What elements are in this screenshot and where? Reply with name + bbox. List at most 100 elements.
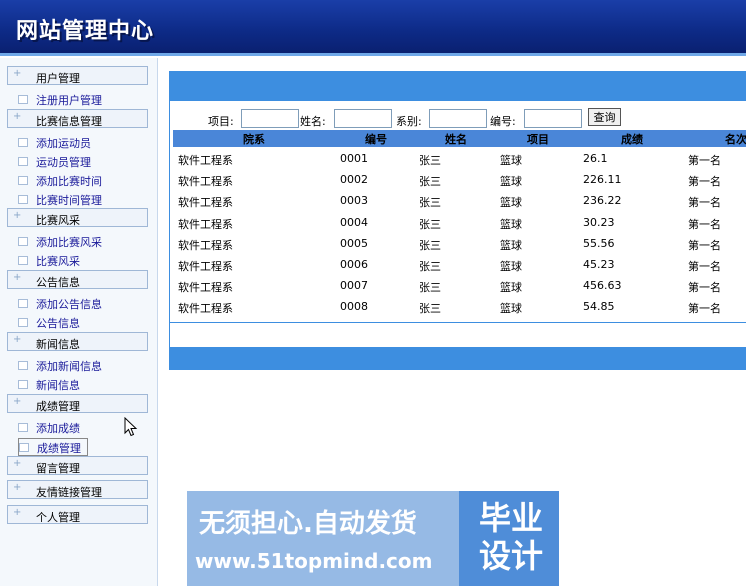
table-row: 软件工程系 0001 张三 篮球 26.1 第一名 (173, 150, 746, 171)
cell-number: 0002 (340, 173, 368, 187)
plus-icon: + (13, 334, 22, 345)
cell-project: 篮球 (500, 196, 522, 210)
sidebar-category-messages[interactable]: + 留言管理 (7, 456, 148, 475)
table-row: 软件工程系 0002 张三 篮球 226.11 第一名 (173, 171, 746, 192)
column-header-score: 成绩 (621, 133, 643, 146)
cell-dept: 软件工程系 (178, 281, 233, 295)
cell-rank: 第一名 (688, 238, 721, 252)
dept-label: 系别: (396, 115, 422, 128)
square-icon (18, 361, 28, 370)
cell-dept: 软件工程系 (178, 260, 233, 273)
cell-dept: 软件工程系 (178, 238, 233, 252)
cell-project: 篮球 (500, 238, 522, 252)
sidebar-item-score-management[interactable]: 成绩管理 (18, 438, 88, 456)
cell-rank: 第一名 (688, 175, 721, 189)
square-icon (18, 138, 28, 147)
table-row: 软件工程系 0004 张三 篮球 30.23 第一名 (173, 214, 746, 235)
cell-project: 篮球 (500, 260, 522, 273)
cell-score: 236.22 (583, 194, 622, 208)
sidebar-category-user[interactable]: + 用户管理 (7, 66, 148, 85)
plus-icon: + (13, 272, 22, 283)
name-label: 姓名: (300, 115, 326, 128)
cell-dept: 软件工程系 (178, 154, 233, 167)
content-bottom-bar (169, 347, 746, 370)
cell-project: 篮球 (500, 217, 522, 231)
sidebar-category-news[interactable]: + 新闻信息 (7, 332, 148, 351)
square-icon (18, 380, 28, 389)
plus-icon: + (13, 458, 22, 469)
cell-rank: 第一名 (688, 260, 721, 273)
header-banner: 网站管理中心 (0, 0, 746, 56)
sidebar-category-notice[interactable]: + 公告信息 (7, 270, 148, 289)
sidebar-category-scores[interactable]: + 成绩管理 (7, 394, 148, 413)
content-top-bar (169, 71, 746, 101)
watermark-badge-text: 毕业设计 (478, 499, 543, 575)
cell-score: 26.1 (583, 152, 608, 165)
sidebar-category-match-gallery[interactable]: + 比赛风采 (7, 208, 148, 227)
square-icon (19, 443, 29, 452)
mouse-pointer-icon (124, 416, 138, 440)
cell-name: 张三 (419, 217, 441, 231)
column-header-project: 项目 (527, 133, 549, 146)
plus-icon: + (13, 68, 22, 79)
dept-input[interactable] (429, 109, 487, 128)
watermark-badge: 毕业设计 (459, 491, 559, 586)
cell-dept: 软件工程系 (178, 175, 233, 189)
cell-score: 55.56 (583, 236, 615, 250)
watermark-banner: 无须担心.自动发货 www.51topmind.com 毕业设计 (187, 491, 559, 586)
square-icon (18, 157, 28, 166)
query-button[interactable]: 查询 (588, 108, 621, 126)
cell-name: 张三 (419, 302, 441, 316)
cell-number: 0006 (340, 258, 368, 271)
cell-score: 30.23 (583, 215, 615, 229)
cell-rank: 第一名 (688, 281, 721, 295)
column-header-dept: 院系 (243, 133, 265, 146)
square-icon (18, 318, 28, 327)
table-row: 软件工程系 0008 张三 篮球 54.85 第一名 (173, 298, 746, 319)
sidebar-category-friend-links[interactable]: + 友情链接管理 (7, 480, 148, 499)
cell-name: 张三 (419, 175, 441, 189)
table-row: 软件工程系 0006 张三 篮球 45.23 第一名 (173, 256, 746, 277)
cell-dept: 软件工程系 (178, 217, 233, 231)
watermark-line1: 无须担心.自动发货 (199, 509, 417, 539)
watermark-line2: www.51topmind.com (195, 549, 433, 573)
plus-icon: + (13, 482, 22, 493)
cell-dept: 软件工程系 (178, 196, 233, 210)
cell-score: 456.63 (583, 279, 622, 293)
site-title: 网站管理中心 (16, 19, 155, 44)
table-row: 软件工程系 0005 张三 篮球 55.56 第一名 (173, 235, 746, 256)
content-gap (169, 323, 746, 347)
column-header-name: 姓名 (445, 133, 467, 146)
cell-project: 篮球 (500, 302, 522, 316)
cell-name: 张三 (419, 238, 441, 252)
plus-icon: + (13, 507, 22, 518)
cell-rank: 第一名 (688, 196, 721, 210)
cell-number: 0007 (340, 279, 368, 293)
square-icon (18, 95, 28, 104)
plus-icon: + (13, 111, 22, 122)
cell-number: 0005 (340, 236, 368, 250)
plus-icon: + (13, 396, 22, 407)
square-icon (18, 237, 28, 246)
project-label: 项目: (208, 115, 234, 128)
table-row: 软件工程系 0007 张三 篮球 456.63 第一名 (173, 277, 746, 298)
cell-project: 篮球 (500, 175, 522, 189)
cell-score: 54.85 (583, 300, 615, 314)
name-input[interactable] (334, 109, 392, 128)
table-row: 软件工程系 0003 张三 篮球 236.22 第一名 (173, 192, 746, 213)
square-icon (18, 195, 28, 204)
cell-name: 张三 (419, 260, 441, 273)
cell-score: 45.23 (583, 258, 615, 271)
sidebar-category-personal[interactable]: + 个人管理 (7, 505, 148, 524)
square-icon (18, 176, 28, 185)
column-header-rank: 名次 (725, 133, 746, 146)
square-icon (18, 256, 28, 265)
number-input[interactable] (524, 109, 582, 128)
cell-name: 张三 (419, 154, 441, 167)
cell-dept: 软件工程系 (178, 302, 233, 316)
square-icon (18, 299, 28, 308)
cell-project: 篮球 (500, 154, 522, 167)
cell-number: 0008 (340, 300, 368, 314)
sidebar-category-match-info[interactable]: + 比赛信息管理 (7, 109, 148, 128)
project-input[interactable] (241, 109, 299, 128)
